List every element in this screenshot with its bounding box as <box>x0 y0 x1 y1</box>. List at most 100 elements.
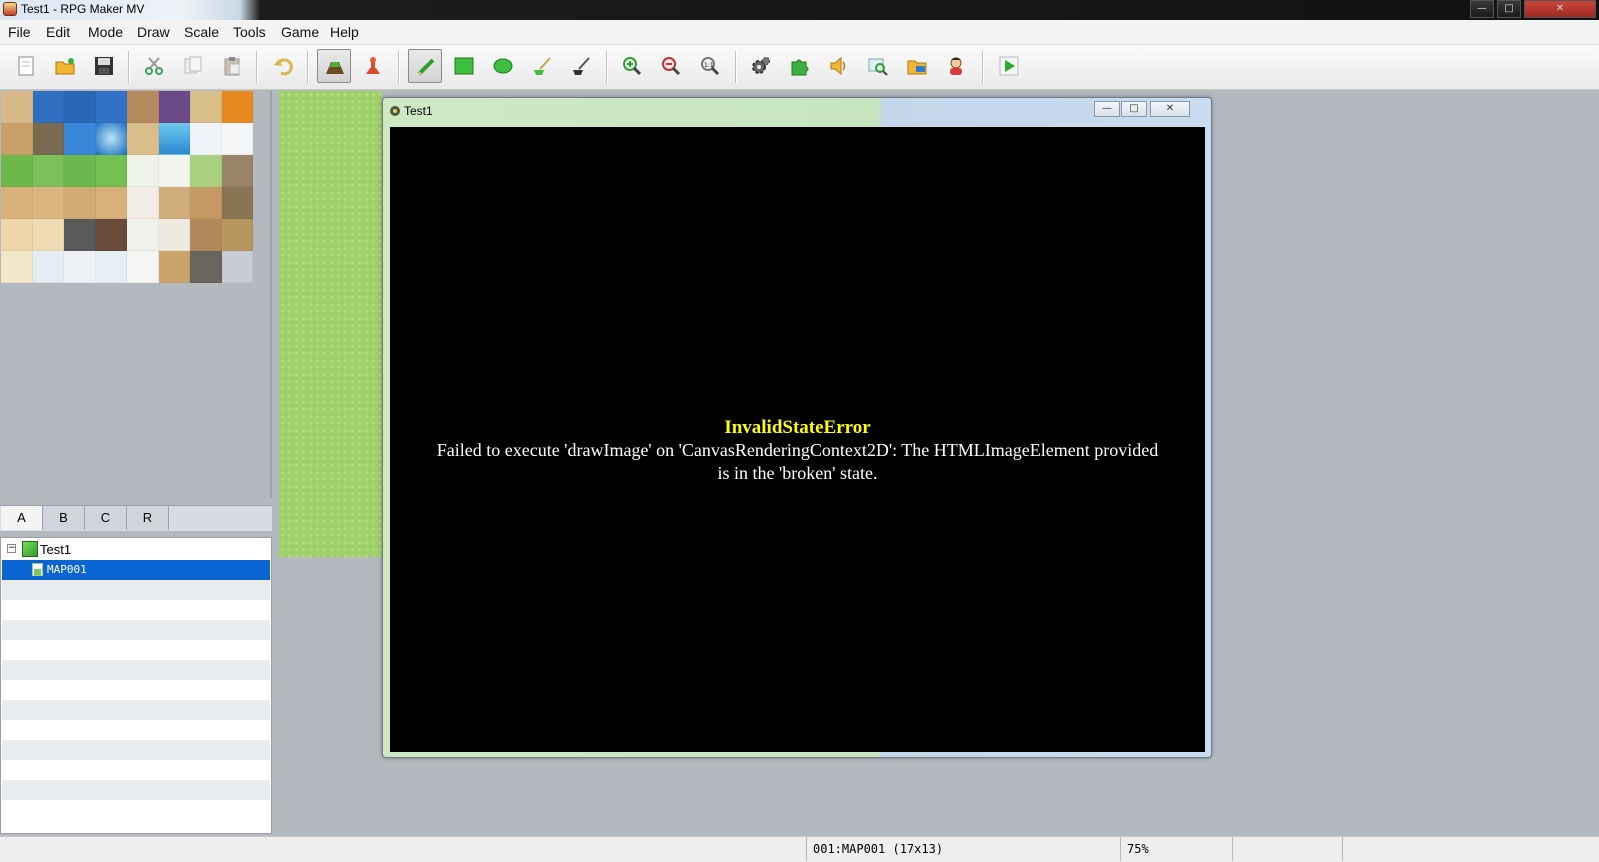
status-bar: 001:MAP001 (17x13) 75% <box>0 836 1599 862</box>
maximize-button[interactable]: □ <box>1497 0 1521 18</box>
actual-size-button[interactable]: 1:1 <box>693 49 727 83</box>
tile[interactable] <box>32 219 64 251</box>
tile[interactable] <box>1 219 33 251</box>
tile[interactable] <box>1 187 33 219</box>
tile[interactable] <box>64 251 96 283</box>
database-button[interactable] <box>744 49 778 83</box>
character-generator-button[interactable] <box>939 49 973 83</box>
ellipse-button[interactable] <box>486 49 520 83</box>
tile[interactable] <box>32 187 64 219</box>
tile[interactable] <box>95 251 127 283</box>
rectangle-button[interactable] <box>447 49 481 83</box>
tile[interactable] <box>158 187 190 219</box>
collapse-toggle-icon[interactable]: − <box>7 544 16 553</box>
game-canvas[interactable]: InvalidStateError Failed to execute 'dra… <box>390 127 1205 752</box>
save-project-button[interactable] <box>87 49 121 83</box>
shadow-pen-icon <box>573 57 590 75</box>
menu-scale[interactable]: Scale <box>184 24 219 40</box>
tile[interactable] <box>127 219 159 251</box>
minimize-button[interactable]: — <box>1470 0 1494 18</box>
tab-c[interactable]: C <box>85 506 127 530</box>
tile[interactable] <box>1 251 33 283</box>
menu-mode[interactable]: Mode <box>88 24 123 40</box>
cut-button[interactable] <box>137 49 171 83</box>
new-project-button[interactable] <box>9 49 43 83</box>
menu-edit[interactable]: Edit <box>46 24 70 40</box>
menu-file[interactable]: File <box>8 24 31 40</box>
tile[interactable] <box>158 155 190 187</box>
tile[interactable] <box>95 91 127 123</box>
menu-game[interactable]: Game <box>281 24 319 40</box>
shadow-pen-button[interactable] <box>564 49 598 83</box>
tile[interactable] <box>64 91 96 123</box>
tile[interactable] <box>190 91 222 123</box>
tile[interactable] <box>1 91 33 123</box>
tree-row-project[interactable]: − Test1 <box>2 540 270 560</box>
tile[interactable] <box>32 123 64 155</box>
tile[interactable] <box>221 155 253 187</box>
close-button[interactable]: ✕ <box>1524 0 1596 18</box>
tab-r[interactable]: R <box>127 506 169 530</box>
tile[interactable] <box>127 251 159 283</box>
game-maximize-button[interactable]: □ <box>1121 101 1147 117</box>
zoom-in-button[interactable] <box>615 49 649 83</box>
tree-row-map001[interactable]: MAP001 <box>2 560 270 580</box>
tile[interactable] <box>1 155 33 187</box>
paste-button[interactable] <box>215 49 249 83</box>
tile[interactable] <box>221 91 253 123</box>
tile[interactable] <box>127 187 159 219</box>
tile-palette[interactable] <box>1 91 253 283</box>
zoom-out-button[interactable] <box>654 49 688 83</box>
tile[interactable] <box>158 123 190 155</box>
tile[interactable] <box>190 123 222 155</box>
tile[interactable] <box>221 187 253 219</box>
playtest-button[interactable] <box>992 49 1026 83</box>
game-close-button[interactable]: ✕ <box>1150 101 1190 117</box>
undo-button[interactable] <box>266 49 300 83</box>
tile[interactable] <box>64 219 96 251</box>
tile[interactable] <box>64 187 96 219</box>
tab-b[interactable]: B <box>43 506 85 530</box>
tile[interactable] <box>32 155 64 187</box>
tile[interactable] <box>95 187 127 219</box>
menu-help[interactable]: Help <box>330 24 359 40</box>
map-grass-tiles[interactable] <box>279 91 382 557</box>
event-mode-button[interactable] <box>356 49 390 83</box>
tile[interactable] <box>64 155 96 187</box>
flood-fill-button[interactable] <box>525 49 559 83</box>
menu-draw[interactable]: Draw <box>137 24 170 40</box>
playtest-window[interactable]: Test1 — □ ✕ InvalidStateError Failed to … <box>382 97 1212 758</box>
game-minimize-button[interactable]: — <box>1094 101 1120 117</box>
resource-manager-button[interactable] <box>900 49 934 83</box>
map-mode-button[interactable] <box>317 49 351 83</box>
tile[interactable] <box>32 251 64 283</box>
menu-tools[interactable]: Tools <box>233 24 266 40</box>
tile[interactable] <box>158 91 190 123</box>
tile[interactable] <box>221 251 253 283</box>
tile[interactable] <box>32 91 64 123</box>
tile[interactable] <box>190 219 222 251</box>
tile[interactable] <box>64 123 96 155</box>
tile[interactable] <box>158 219 190 251</box>
tile[interactable] <box>190 187 222 219</box>
tile[interactable] <box>221 123 253 155</box>
tab-a[interactable]: A <box>1 506 43 530</box>
tile[interactable] <box>95 123 127 155</box>
tile[interactable] <box>127 155 159 187</box>
tile[interactable] <box>127 91 159 123</box>
tile[interactable] <box>190 155 222 187</box>
map-tree[interactable]: − Test1 MAP001 <box>0 537 272 834</box>
open-project-button[interactable] <box>48 49 82 83</box>
tile[interactable] <box>95 219 127 251</box>
copy-button[interactable] <box>176 49 210 83</box>
event-searcher-button[interactable] <box>861 49 895 83</box>
plugin-manager-button[interactable] <box>783 49 817 83</box>
tile[interactable] <box>221 219 253 251</box>
tile[interactable] <box>95 155 127 187</box>
tile[interactable] <box>158 251 190 283</box>
tile[interactable] <box>1 123 33 155</box>
pencil-button[interactable] <box>408 49 442 83</box>
tile[interactable] <box>127 123 159 155</box>
sound-test-button[interactable] <box>822 49 856 83</box>
tile[interactable] <box>190 251 222 283</box>
